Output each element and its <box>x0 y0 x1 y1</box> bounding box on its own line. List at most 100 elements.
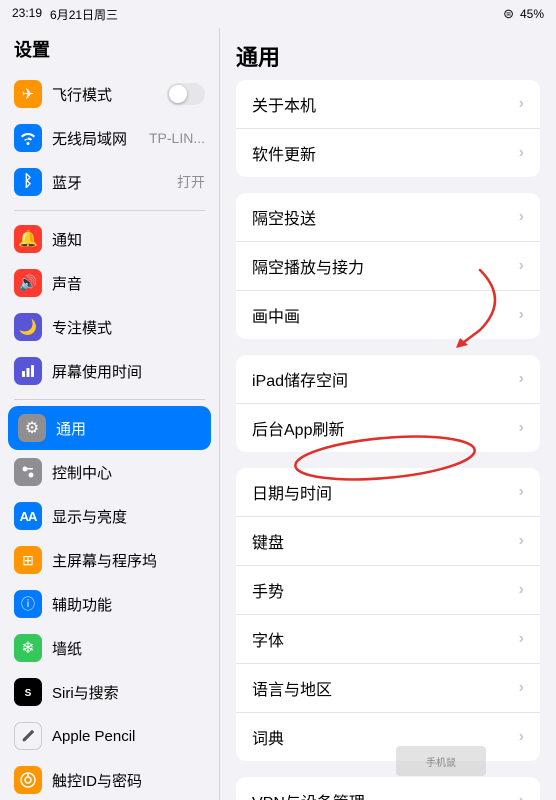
sidebar-item-bluetooth[interactable]: ᛒ 蓝牙 打开 <box>0 160 219 204</box>
pencil-icon <box>14 722 42 750</box>
sidebar-item-accessibility[interactable]: ⓘ 辅助功能 <box>0 582 219 626</box>
softwareupdate-label: 软件更新 <box>252 141 519 165</box>
sidebar-label-accessibility: 辅助功能 <box>52 594 112 615</box>
bgrefresh-label: 后台App刷新 <box>252 416 519 440</box>
sidebar-item-airplane[interactable]: ✈ 飞行模式 <box>0 72 219 116</box>
keyboard-label: 键盘 <box>252 529 519 553</box>
pip-label: 画中画 <box>252 303 519 327</box>
screentime-icon <box>14 357 42 385</box>
sidebar-item-pencil[interactable]: Apple Pencil <box>0 714 219 758</box>
notification-icon: 🔔 <box>14 225 42 253</box>
sidebar-label-wifi: 无线局域网 <box>52 128 127 149</box>
settings-item-airdrop[interactable]: 隔空投送 › <box>236 193 540 242</box>
settings-item-softwareupdate[interactable]: 软件更新 › <box>236 129 540 177</box>
sidebar-label-sound: 声音 <box>52 273 82 294</box>
sidebar-label-wallpaper: 墙纸 <box>52 638 82 659</box>
sidebar-item-control[interactable]: 控制中心 <box>0 450 219 494</box>
sidebar-item-screentime[interactable]: 屏幕使用时间 <box>0 349 219 393</box>
settings-group-about: 关于本机 › 软件更新 › <box>236 80 540 177</box>
sidebar-item-display[interactable]: AA 显示与亮度 <box>0 494 219 538</box>
airplay-label: 隔空播放与接力 <box>252 254 519 278</box>
sidebar-label-focus: 专注模式 <box>52 317 112 338</box>
sidebar-label-touchid: 触控ID与密码 <box>52 770 142 791</box>
sound-icon: 🔊 <box>14 269 42 297</box>
settings-item-airplay[interactable]: 隔空播放与接力 › <box>236 242 540 291</box>
homescreen-icon: ⊞ <box>14 546 42 574</box>
settings-item-pip[interactable]: 画中画 › <box>236 291 540 339</box>
sidebar-label-airplane: 飞行模式 <box>52 84 112 105</box>
gesture-chevron: › <box>519 581 524 599</box>
settings-item-storage[interactable]: iPad储存空间 › <box>236 355 540 404</box>
airplane-toggle[interactable] <box>167 83 205 105</box>
vpn-chevron: › <box>519 792 524 800</box>
sidebar-label-bluetooth: 蓝牙 <box>52 172 82 193</box>
settings-item-vpn[interactable]: VPN与设备管理 › <box>236 777 540 800</box>
display-icon: AA <box>14 502 42 530</box>
sidebar-item-wifi[interactable]: 无线局域网 TP-LIN... <box>0 116 219 160</box>
wifi-value: TP-LIN... <box>149 130 205 146</box>
keyboard-chevron: › <box>519 532 524 550</box>
right-panel: 通用 关于本机 › 软件更新 › 隔空投送 › 隔空播放与接力 › 画中画 <box>220 28 556 800</box>
pip-chevron: › <box>519 306 524 324</box>
wifi-icon: ⊜ <box>503 6 514 22</box>
bgrefresh-chevron: › <box>519 419 524 437</box>
language-chevron: › <box>519 679 524 697</box>
settings-item-gesture[interactable]: 手势 › <box>236 566 540 615</box>
sidebar-group-network: ✈ 飞行模式 无线局域网 TP-LIN... ᛒ 蓝牙 打开 <box>0 66 219 210</box>
vpn-label: VPN与设备管理 <box>252 789 519 800</box>
settings-item-font[interactable]: 字体 › <box>236 615 540 664</box>
sidebar-title: 设置 <box>0 28 219 66</box>
control-icon <box>14 458 42 486</box>
sidebar-item-siri[interactable]: S Siri与搜索 <box>0 670 219 714</box>
airplay-chevron: › <box>519 257 524 275</box>
wallpaper-icon: ❄ <box>14 634 42 662</box>
settings-item-bgrefresh[interactable]: 后台App刷新 › <box>236 404 540 452</box>
settings-group-storage: iPad储存空间 › 后台App刷新 › <box>236 355 540 452</box>
sidebar-group-notifications: 🔔 通知 🔊 声音 🌙 专注模式 屏幕使用时间 <box>0 211 219 399</box>
softwareupdate-chevron: › <box>519 144 524 162</box>
datetime-label: 日期与时间 <box>252 480 519 504</box>
settings-group-airdrop: 隔空投送 › 隔空播放与接力 › 画中画 › <box>236 193 540 339</box>
status-left: 23:19 6月21日周三 <box>12 6 118 23</box>
sidebar-group-system: ⚙ 通用 控制中心 AA 显示与亮度 ⊞ 主屏幕与程序坞 <box>0 400 219 800</box>
settings-item-language[interactable]: 语言与地区 › <box>236 664 540 713</box>
bluetooth-value: 打开 <box>177 172 205 192</box>
main-layout: 设置 ✈ 飞行模式 无线局域网 TP-LIN... ᛒ 蓝牙 打开 <box>0 28 556 800</box>
about-label: 关于本机 <box>252 92 519 116</box>
siri-icon: S <box>14 678 42 706</box>
airdrop-chevron: › <box>519 208 524 226</box>
sidebar: 设置 ✈ 飞行模式 无线局域网 TP-LIN... ᛒ 蓝牙 打开 <box>0 28 220 800</box>
sidebar-item-notification[interactable]: 🔔 通知 <box>0 217 219 261</box>
sidebar-item-homescreen[interactable]: ⊞ 主屏幕与程序坞 <box>0 538 219 582</box>
sidebar-label-pencil: Apple Pencil <box>52 728 135 745</box>
settings-group-vpn: VPN与设备管理 › <box>236 777 540 800</box>
sidebar-item-wallpaper[interactable]: ❄ 墙纸 <box>0 626 219 670</box>
settings-item-keyboard[interactable]: 键盘 › <box>236 517 540 566</box>
touchid-icon <box>14 766 42 794</box>
status-date: 6月21日周三 <box>50 6 118 23</box>
settings-item-dictionary[interactable]: 词典 › <box>236 713 540 761</box>
wifi-icon-sidebar <box>14 124 42 152</box>
storage-chevron: › <box>519 370 524 388</box>
battery-level: 45% <box>520 7 544 21</box>
sidebar-item-focus[interactable]: 🌙 专注模式 <box>0 305 219 349</box>
airplane-icon: ✈ <box>14 80 42 108</box>
sidebar-label-screentime: 屏幕使用时间 <box>52 361 142 382</box>
general-icon: ⚙ <box>18 414 46 442</box>
settings-item-datetime[interactable]: 日期与时间 › <box>236 468 540 517</box>
sidebar-label-notification: 通知 <box>52 229 82 250</box>
settings-item-about[interactable]: 关于本机 › <box>236 80 540 129</box>
sidebar-label-control: 控制中心 <box>52 462 112 483</box>
datetime-chevron: › <box>519 483 524 501</box>
accessibility-icon: ⓘ <box>14 590 42 618</box>
sidebar-item-general[interactable]: ⚙ 通用 <box>8 406 211 450</box>
settings-group-datekey: 日期与时间 › 键盘 › 手势 › 字体 › 语言与地区 › 词典 › <box>236 468 540 761</box>
sidebar-label-siri: Siri与搜索 <box>52 682 119 703</box>
status-time: 23:19 <box>12 6 42 23</box>
airdrop-label: 隔空投送 <box>252 205 519 229</box>
sidebar-item-touchid[interactable]: 触控ID与密码 <box>0 758 219 800</box>
font-label: 字体 <box>252 627 519 651</box>
dictionary-chevron: › <box>519 728 524 746</box>
sidebar-item-sound[interactable]: 🔊 声音 <box>0 261 219 305</box>
gesture-label: 手势 <box>252 578 519 602</box>
